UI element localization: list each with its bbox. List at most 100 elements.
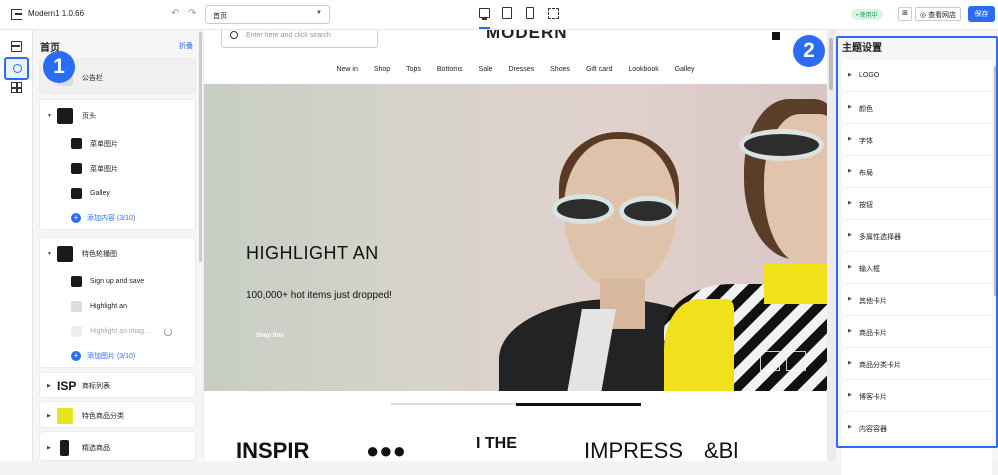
carousel-prev-button[interactable] — [760, 351, 780, 371]
page-select-value: 首页 — [213, 13, 227, 20]
sunglasses-image — [552, 194, 614, 224]
search-input[interactable]: Enter here and click search — [221, 30, 378, 48]
app-title: Modern1 1.0.66 — [28, 9, 85, 18]
nav-link[interactable]: Shop — [374, 66, 390, 73]
hero-model-image — [664, 299, 734, 391]
sections-panel: 首页 折叠 公告栏 ▼ 页头 菜单图片 菜单图片 Galley + 添加内容 (… — [33, 30, 203, 461]
panel-scrollbar[interactable] — [199, 32, 202, 262]
caret-right-icon[interactable]: ▶ — [47, 413, 51, 419]
add-image-button[interactable]: + 添加图片 (3/10) — [40, 343, 197, 368]
fullscreen-icon[interactable] — [548, 8, 559, 19]
exit-icon[interactable] — [11, 9, 22, 20]
left-rail — [0, 30, 33, 461]
store-page: Enter here and click search MODERN New i… — [204, 30, 827, 461]
redo-icon[interactable]: ↷ — [188, 8, 196, 19]
hero-banner[interactable]: HIGHLIGHT AN 100,000+ hot items just dro… — [204, 84, 827, 391]
apps-icon[interactable] — [10, 81, 22, 93]
brand-logo: IMPRESS — [584, 438, 684, 461]
caret-down-icon[interactable]: ▼ — [47, 251, 52, 257]
caret-right-icon[interactable]: ▶ — [47, 383, 51, 389]
list-item[interactable]: 菜单图片 — [40, 131, 197, 156]
carousel-progress — [391, 402, 641, 406]
brand-logo: &Bl — [704, 438, 739, 461]
collapse-link[interactable]: 折叠 — [179, 41, 193, 51]
list-item[interactable]: 菜单图片 — [40, 156, 197, 181]
settings-icon[interactable]: ⊞ — [898, 7, 912, 21]
item-label: 菜单图片 — [90, 165, 118, 173]
hero-shop-button[interactable]: Shop this — [256, 333, 283, 339]
item-label: Sign up and save — [90, 278, 145, 285]
cart-icon[interactable] — [772, 32, 780, 40]
view-store-label: 查看网店 — [928, 12, 957, 19]
loading-icon — [164, 327, 172, 336]
caret-right-icon[interactable]: ▶ — [47, 445, 51, 451]
section-row: ▶ 精选商品 — [40, 435, 197, 460]
status-badge: • 使用中 — [851, 9, 883, 20]
search-icon — [230, 31, 238, 39]
store-nav: New in Shop Tops Bottoms Sale Dresses Sh… — [204, 66, 827, 73]
nav-link[interactable]: Galley — [675, 66, 695, 73]
section-header[interactable]: ▼ 页头 菜单图片 菜单图片 Galley + 添加内容 (3/10) — [39, 99, 196, 230]
nav-link[interactable]: Tops — [406, 66, 421, 73]
item-thumbnail — [71, 138, 82, 149]
device-active-indicator — [479, 27, 490, 29]
brand-logo: I THE — [476, 435, 517, 452]
section-carousel[interactable]: ▼ 特色轮播图 Sign up and save Highlight an Hi… — [39, 237, 196, 368]
nav-link[interactable]: Dresses — [509, 66, 535, 73]
section-label: 公告栏 — [82, 74, 103, 82]
store-logo[interactable]: MODERN — [486, 30, 568, 43]
section-featured-category[interactable]: ▶ 特色商品分类 — [39, 401, 196, 428]
list-item[interactable]: Highlight an — [40, 294, 197, 319]
desktop-icon[interactable] — [479, 8, 490, 20]
sunglasses-image — [619, 196, 677, 226]
list-item[interactable]: Sign up and save — [40, 269, 197, 294]
section-thumbnail — [57, 245, 73, 262]
page-select[interactable]: 首页 ▼ — [205, 5, 330, 24]
add-image-label: 添加图片 (3/10) — [87, 352, 136, 360]
mobile-icon[interactable] — [526, 7, 534, 19]
list-item[interactable]: Highlight an imag... — [40, 319, 197, 344]
section-thumbnail — [60, 439, 69, 456]
section-brand-list[interactable]: ▶ ISP 商标列表 — [39, 372, 196, 398]
nav-link[interactable]: Lookbook — [628, 66, 658, 73]
section-row: ▶ ISP 商标列表 — [40, 373, 197, 398]
theme-highlight-frame — [836, 36, 998, 448]
section-row: ▶ 特色商品分类 — [40, 403, 197, 428]
nav-link[interactable]: Gift card — [586, 66, 612, 73]
theme-settings-tab[interactable] — [4, 57, 29, 80]
view-store-button[interactable]: ◎ 查看网店 — [915, 7, 962, 21]
section-featured-products[interactable]: ▶ 精选商品 — [39, 431, 196, 461]
brand-logo: INSPIR — [236, 438, 310, 461]
carousel-next-button[interactable] — [786, 351, 806, 371]
plus-icon: + — [71, 350, 81, 361]
nav-link[interactable]: Shoes — [550, 66, 570, 73]
annotation-badge-2: 2 — [793, 35, 825, 67]
save-button[interactable]: 保存 — [968, 6, 995, 22]
section-thumbnail — [57, 407, 73, 424]
item-thumbnail — [71, 276, 82, 287]
section-thumbnail — [57, 107, 73, 124]
caret-down-icon[interactable]: ▼ — [47, 113, 52, 119]
nav-link[interactable]: Bottoms — [437, 66, 463, 73]
section-label: 精选商品 — [82, 444, 110, 452]
brand-logo: ●●● — [366, 438, 406, 461]
chevron-down-icon: ▼ — [316, 10, 322, 16]
section-label: 页头 — [82, 112, 96, 120]
sunglasses-image — [739, 129, 824, 161]
section-label: 特色商品分类 — [82, 412, 124, 420]
sections-icon[interactable] — [11, 41, 22, 52]
section-row: ▼ 页头 — [40, 103, 197, 128]
preview-scrollbar[interactable] — [829, 38, 833, 90]
section-thumbnail: ISP — [57, 378, 77, 393]
list-item[interactable]: Galley — [40, 181, 197, 206]
add-content-button[interactable]: + 添加内容 (3/10) — [40, 205, 197, 230]
nav-link[interactable]: New in — [336, 66, 357, 73]
item-label: Galley — [90, 190, 110, 197]
top-bar: Modern1 1.0.66 ↶ ↷ 首页 ▼ • 使用中 ⊞ ◎ 查看网店 保… — [0, 0, 998, 30]
hero-subtitle: 100,000+ hot items just dropped! — [246, 290, 392, 301]
undo-icon[interactable]: ↶ — [171, 8, 179, 19]
tablet-icon[interactable] — [502, 7, 512, 19]
add-content-label: 添加内容 (3/10) — [87, 214, 136, 222]
hero-model-image — [764, 264, 827, 304]
nav-link[interactable]: Sale — [479, 66, 493, 73]
